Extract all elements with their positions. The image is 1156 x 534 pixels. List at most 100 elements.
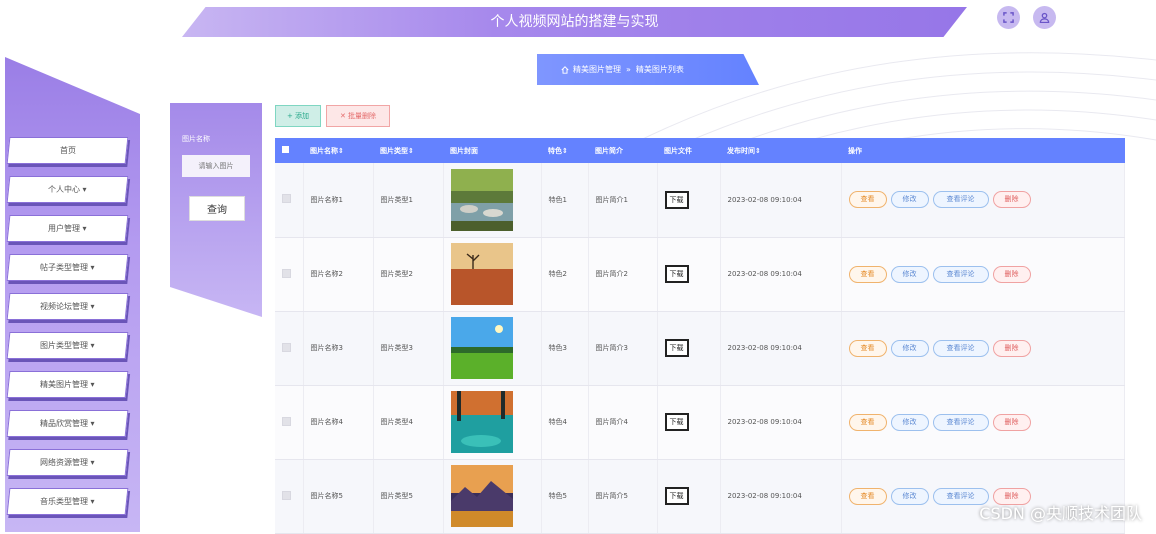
cell-name: 图片名称4	[303, 385, 374, 460]
cell-cover	[443, 163, 542, 238]
cell-name: 图片名称3	[303, 311, 374, 386]
download-button[interactable]: 下载	[664, 190, 689, 209]
cell-feature: 特色3	[541, 311, 589, 386]
cell-file: 下载	[657, 237, 721, 312]
download-button[interactable]: 下载	[664, 265, 689, 283]
column-header-cover: 图片封面	[450, 146, 478, 155]
sidebar-item-label: 帖子类型管理 ▾	[40, 263, 95, 272]
cell-actions: 查看 修改 查看评论 删除	[841, 237, 1125, 312]
sidebar-item-0[interactable]: 首页	[6, 137, 129, 164]
cell-file: 下载	[657, 163, 721, 238]
edit-button[interactable]: 修改	[890, 191, 929, 209]
cell-time: 2023-02-08 09:10:04	[720, 311, 842, 386]
fullscreen-button[interactable]	[997, 6, 1020, 29]
sidebar-item-3[interactable]: 帖子类型管理 ▾	[6, 254, 129, 281]
sidebar-item-label: 图片类型管理 ▾	[40, 341, 95, 350]
batch-delete-button[interactable]: ✕ 批量删除	[326, 105, 390, 127]
row-checkbox[interactable]	[282, 416, 291, 426]
cover-thumbnail[interactable]	[450, 168, 513, 231]
cell-cover	[443, 311, 542, 386]
column-header-feature[interactable]: 特色⇕	[541, 138, 588, 163]
cell-feature: 特色4	[541, 385, 589, 460]
breadcrumb-parent[interactable]: 精美图片管理	[573, 64, 621, 75]
delete-button[interactable]: 删除	[992, 339, 1031, 357]
row-checkbox-cell[interactable]	[275, 311, 304, 386]
view-button[interactable]: 查看	[848, 339, 887, 357]
cell-actions: 查看 修改 查看评论 删除	[841, 163, 1125, 238]
cell-feature: 特色1	[541, 163, 589, 238]
sidebar-item-label: 音乐类型管理 ▾	[40, 497, 95, 506]
column-header-type[interactable]: 图片类型⇕	[373, 138, 443, 163]
cell-name: 图片名称2	[303, 237, 374, 312]
cell-type: 图片类型3	[373, 311, 444, 386]
column-header-time[interactable]: 发布时间⇕	[720, 138, 841, 163]
sidebar-item-7[interactable]: 精品欣赏管理 ▾	[6, 410, 129, 437]
row-checkbox-cell[interactable]	[275, 163, 304, 238]
row-checkbox-cell[interactable]	[275, 385, 304, 460]
delete-button[interactable]: 删除	[992, 191, 1031, 209]
fullscreen-icon	[1003, 12, 1014, 23]
sidebar-item-label: 个人中心 ▾	[48, 185, 87, 194]
view-button[interactable]: 查看	[848, 191, 887, 209]
row-checkbox-cell[interactable]	[275, 459, 304, 534]
watermark: CSDN @央顺技术团队	[979, 504, 1142, 523]
table-row: 图片名称1 图片类型1 特色1 图片简介1 下载 2023-02-08 09:10:04 查…	[275, 163, 1125, 238]
delete-button[interactable]: 删除	[992, 413, 1031, 431]
view-comments-button[interactable]: 查看评论	[932, 265, 989, 283]
view-button[interactable]: 查看	[848, 487, 887, 505]
view-comments-button[interactable]: 查看评论	[932, 191, 989, 209]
view-button[interactable]: 查看	[848, 413, 887, 431]
download-button[interactable]: 下载	[664, 487, 689, 505]
sidebar-item-8[interactable]: 网络资源管理 ▾	[6, 449, 129, 476]
sidebar-item-1[interactable]: 个人中心 ▾	[6, 176, 129, 203]
edit-button[interactable]: 修改	[890, 265, 929, 283]
row-checkbox[interactable]	[282, 490, 291, 500]
sidebar-item-4[interactable]: 视频论坛管理 ▾	[6, 293, 129, 320]
add-button[interactable]: + 添加	[275, 105, 321, 127]
picture-name-search-input[interactable]	[182, 155, 250, 177]
row-checkbox[interactable]	[282, 194, 291, 204]
column-header-name[interactable]: 图片名称⇕	[303, 138, 373, 163]
query-button[interactable]: 查询	[189, 196, 245, 221]
view-comments-button[interactable]: 查看评论	[932, 339, 989, 357]
cell-time: 2023-02-08 09:10:04	[720, 385, 842, 460]
select-all-checkbox[interactable]	[275, 138, 303, 163]
download-button[interactable]: 下载	[664, 413, 689, 431]
user-icon	[1039, 12, 1050, 23]
cover-thumbnail[interactable]	[450, 465, 513, 527]
view-button[interactable]: 查看	[848, 265, 887, 283]
edit-button[interactable]: 修改	[890, 413, 929, 431]
user-profile-button[interactable]	[1033, 6, 1056, 29]
cover-thumbnail[interactable]	[450, 391, 513, 453]
cell-cover	[443, 237, 542, 312]
edit-button[interactable]: 修改	[890, 339, 929, 357]
sidebar-item-9[interactable]: 音乐类型管理 ▾	[6, 488, 129, 515]
breadcrumb-current: 精美图片列表	[635, 65, 684, 74]
column-header-file: 图片文件	[664, 146, 692, 155]
row-checkbox[interactable]	[282, 342, 291, 352]
cell-file: 下载	[657, 311, 721, 386]
view-comments-button[interactable]: 查看评论	[932, 413, 989, 431]
sidebar-item-label: 视频论坛管理 ▾	[40, 302, 95, 311]
row-checkbox[interactable]	[282, 268, 291, 278]
download-button[interactable]: 下载	[664, 339, 689, 357]
home-icon	[561, 65, 569, 74]
column-header-actions: 操作	[848, 146, 862, 155]
filter-label: 图片名称	[182, 135, 210, 143]
cover-thumbnail[interactable]	[450, 317, 513, 379]
edit-button[interactable]: 修改	[890, 487, 929, 505]
sidebar-item-6[interactable]: 精美图片管理 ▾	[6, 371, 129, 398]
cell-name: 图片名称5	[303, 459, 374, 534]
row-checkbox-cell[interactable]	[275, 237, 304, 312]
cell-type: 图片类型1	[373, 163, 444, 238]
cell-time: 2023-02-08 09:10:04	[720, 459, 842, 534]
sidebar-item-5[interactable]: 图片类型管理 ▾	[6, 332, 129, 359]
cell-actions: 查看 修改 查看评论 删除	[841, 311, 1125, 386]
delete-button[interactable]: 删除	[992, 265, 1031, 283]
sidebar-item-label: 首页	[59, 146, 76, 155]
app-title-banner: 个人视频网站的搭建与实现	[182, 7, 967, 37]
sidebar-item-2[interactable]: 用户管理 ▾	[6, 215, 129, 242]
cover-thumbnail[interactable]	[450, 243, 513, 305]
cell-cover	[443, 459, 542, 534]
cell-feature: 特色2	[541, 237, 589, 312]
